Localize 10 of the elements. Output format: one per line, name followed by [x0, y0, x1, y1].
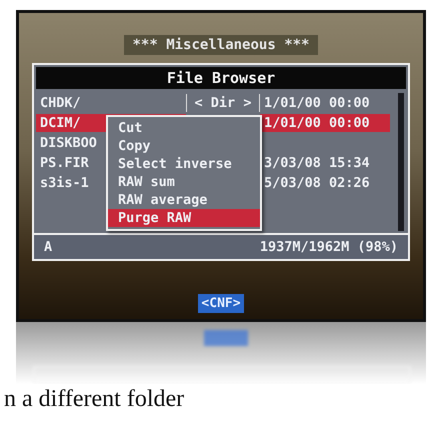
free-space: 1937M/1962M (98%): [260, 239, 398, 255]
drive-label: A: [44, 239, 52, 255]
file-date: 1/01/00 00:00: [260, 114, 390, 132]
caption-text: n a different folder: [4, 386, 186, 413]
file-date: 1/01/00 00:00: [263, 94, 371, 112]
panel-title: File Browser: [36, 67, 406, 89]
file-size: < Dir >: [186, 94, 260, 112]
menu-title: *** Miscellaneous ***: [124, 35, 318, 55]
file-date: 3/03/08 15:34: [263, 154, 371, 172]
file-date: 5/03/08 02:26: [263, 174, 371, 192]
